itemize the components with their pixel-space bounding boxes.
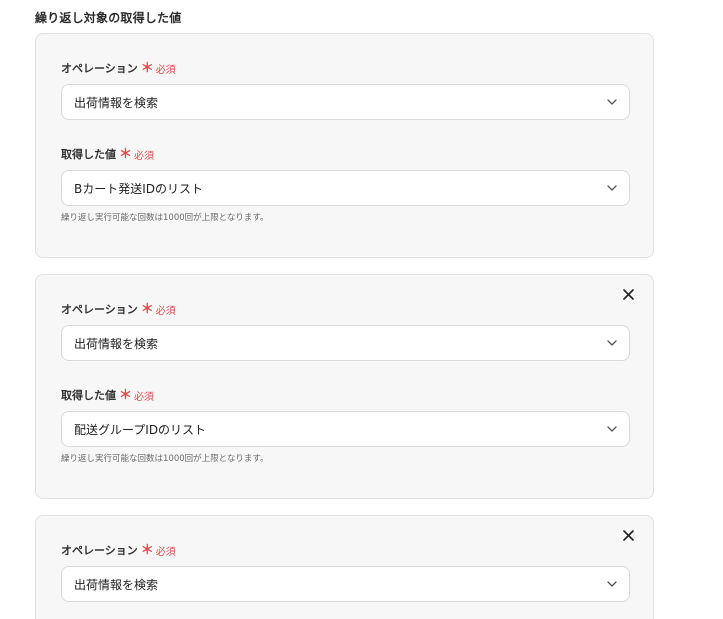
acquired-value-label: 取得した値 [61,148,116,161]
operation-label: オペレーション [61,62,138,75]
loop-limit-hint: 繰り返し実行可能な回数は1000回が上限となります。 [61,454,269,464]
operation-select-value: 出荷情報を検索 [74,577,159,592]
close-icon [622,288,634,300]
operation-select[interactable]: 出荷情報を検索 [61,325,630,361]
required-label: 必須 [134,391,155,403]
acquired-value-select-value: Bカート発送IDのリスト [74,181,204,196]
acquired-value-field: 取得した値 ＊ 必須 配送グループIDのリスト 繰り返し実行可能な回数は1000… [61,387,630,464]
required-asterisk: ＊ [140,60,154,76]
operation-select[interactable]: 出荷情報を検索 [61,566,630,602]
chevron-down-icon [607,99,617,105]
required-asterisk: ＊ [119,146,133,162]
operation-field: オペレーション ＊ 必須 出荷情報を検索 [61,60,630,120]
operation-label-row: オペレーション ＊ 必須 [61,542,630,558]
operation-label-row: オペレーション ＊ 必須 [61,301,630,317]
operation-label-row: オペレーション ＊ 必須 [61,60,630,76]
page: 繰り返し対象の取得した値 オペレーション ＊ 必須 出荷情報を検索 取得した値 … [0,0,723,619]
close-icon [622,529,634,541]
operation-label: オペレーション [61,303,138,316]
operation-select[interactable]: 出荷情報を検索 [61,84,630,120]
chevron-down-icon [607,340,617,346]
required-label: 必須 [155,546,176,558]
acquired-value-label-row: 取得した値 ＊ 必須 [61,387,630,403]
operation-label: オペレーション [61,544,138,557]
acquired-value-select[interactable]: 配送グループIDのリスト [61,411,630,447]
required-label: 必須 [134,150,155,162]
required-label: 必須 [155,64,176,76]
chevron-down-icon [607,426,617,432]
required-asterisk: ＊ [140,301,154,317]
section-title: 繰り返し対象の取得した値 [35,11,182,25]
chevron-down-icon [607,581,617,587]
loop-target-card-2: オペレーション ＊ 必須 出荷情報を検索 取得した値 ＊ 必須 配送グループID… [35,274,654,499]
acquired-value-label-row: 取得した値 ＊ 必須 [61,146,630,162]
chevron-down-icon [607,185,617,191]
required-asterisk: ＊ [119,387,133,403]
acquired-value-label: 取得した値 [61,389,116,402]
operation-field: オペレーション ＊ 必須 出荷情報を検索 [61,301,630,361]
operation-select-value: 出荷情報を検索 [74,336,159,351]
required-label: 必須 [155,305,176,317]
loop-limit-hint: 繰り返し実行可能な回数は1000回が上限となります。 [61,213,269,223]
operation-field: オペレーション ＊ 必須 出荷情報を検索 [61,542,630,602]
operation-select-value: 出荷情報を検索 [74,95,159,110]
acquired-value-select[interactable]: Bカート発送IDのリスト [61,170,630,206]
loop-target-card-1: オペレーション ＊ 必須 出荷情報を検索 取得した値 ＊ 必須 Bカート発送ID… [35,33,654,258]
acquired-value-select-value: 配送グループIDのリスト [74,422,207,437]
required-asterisk: ＊ [140,542,154,558]
acquired-value-field: 取得した値 ＊ 必須 Bカート発送IDのリスト 繰り返し実行可能な回数は1000… [61,146,630,223]
loop-target-card-3: オペレーション ＊ 必須 出荷情報を検索 [35,515,654,619]
